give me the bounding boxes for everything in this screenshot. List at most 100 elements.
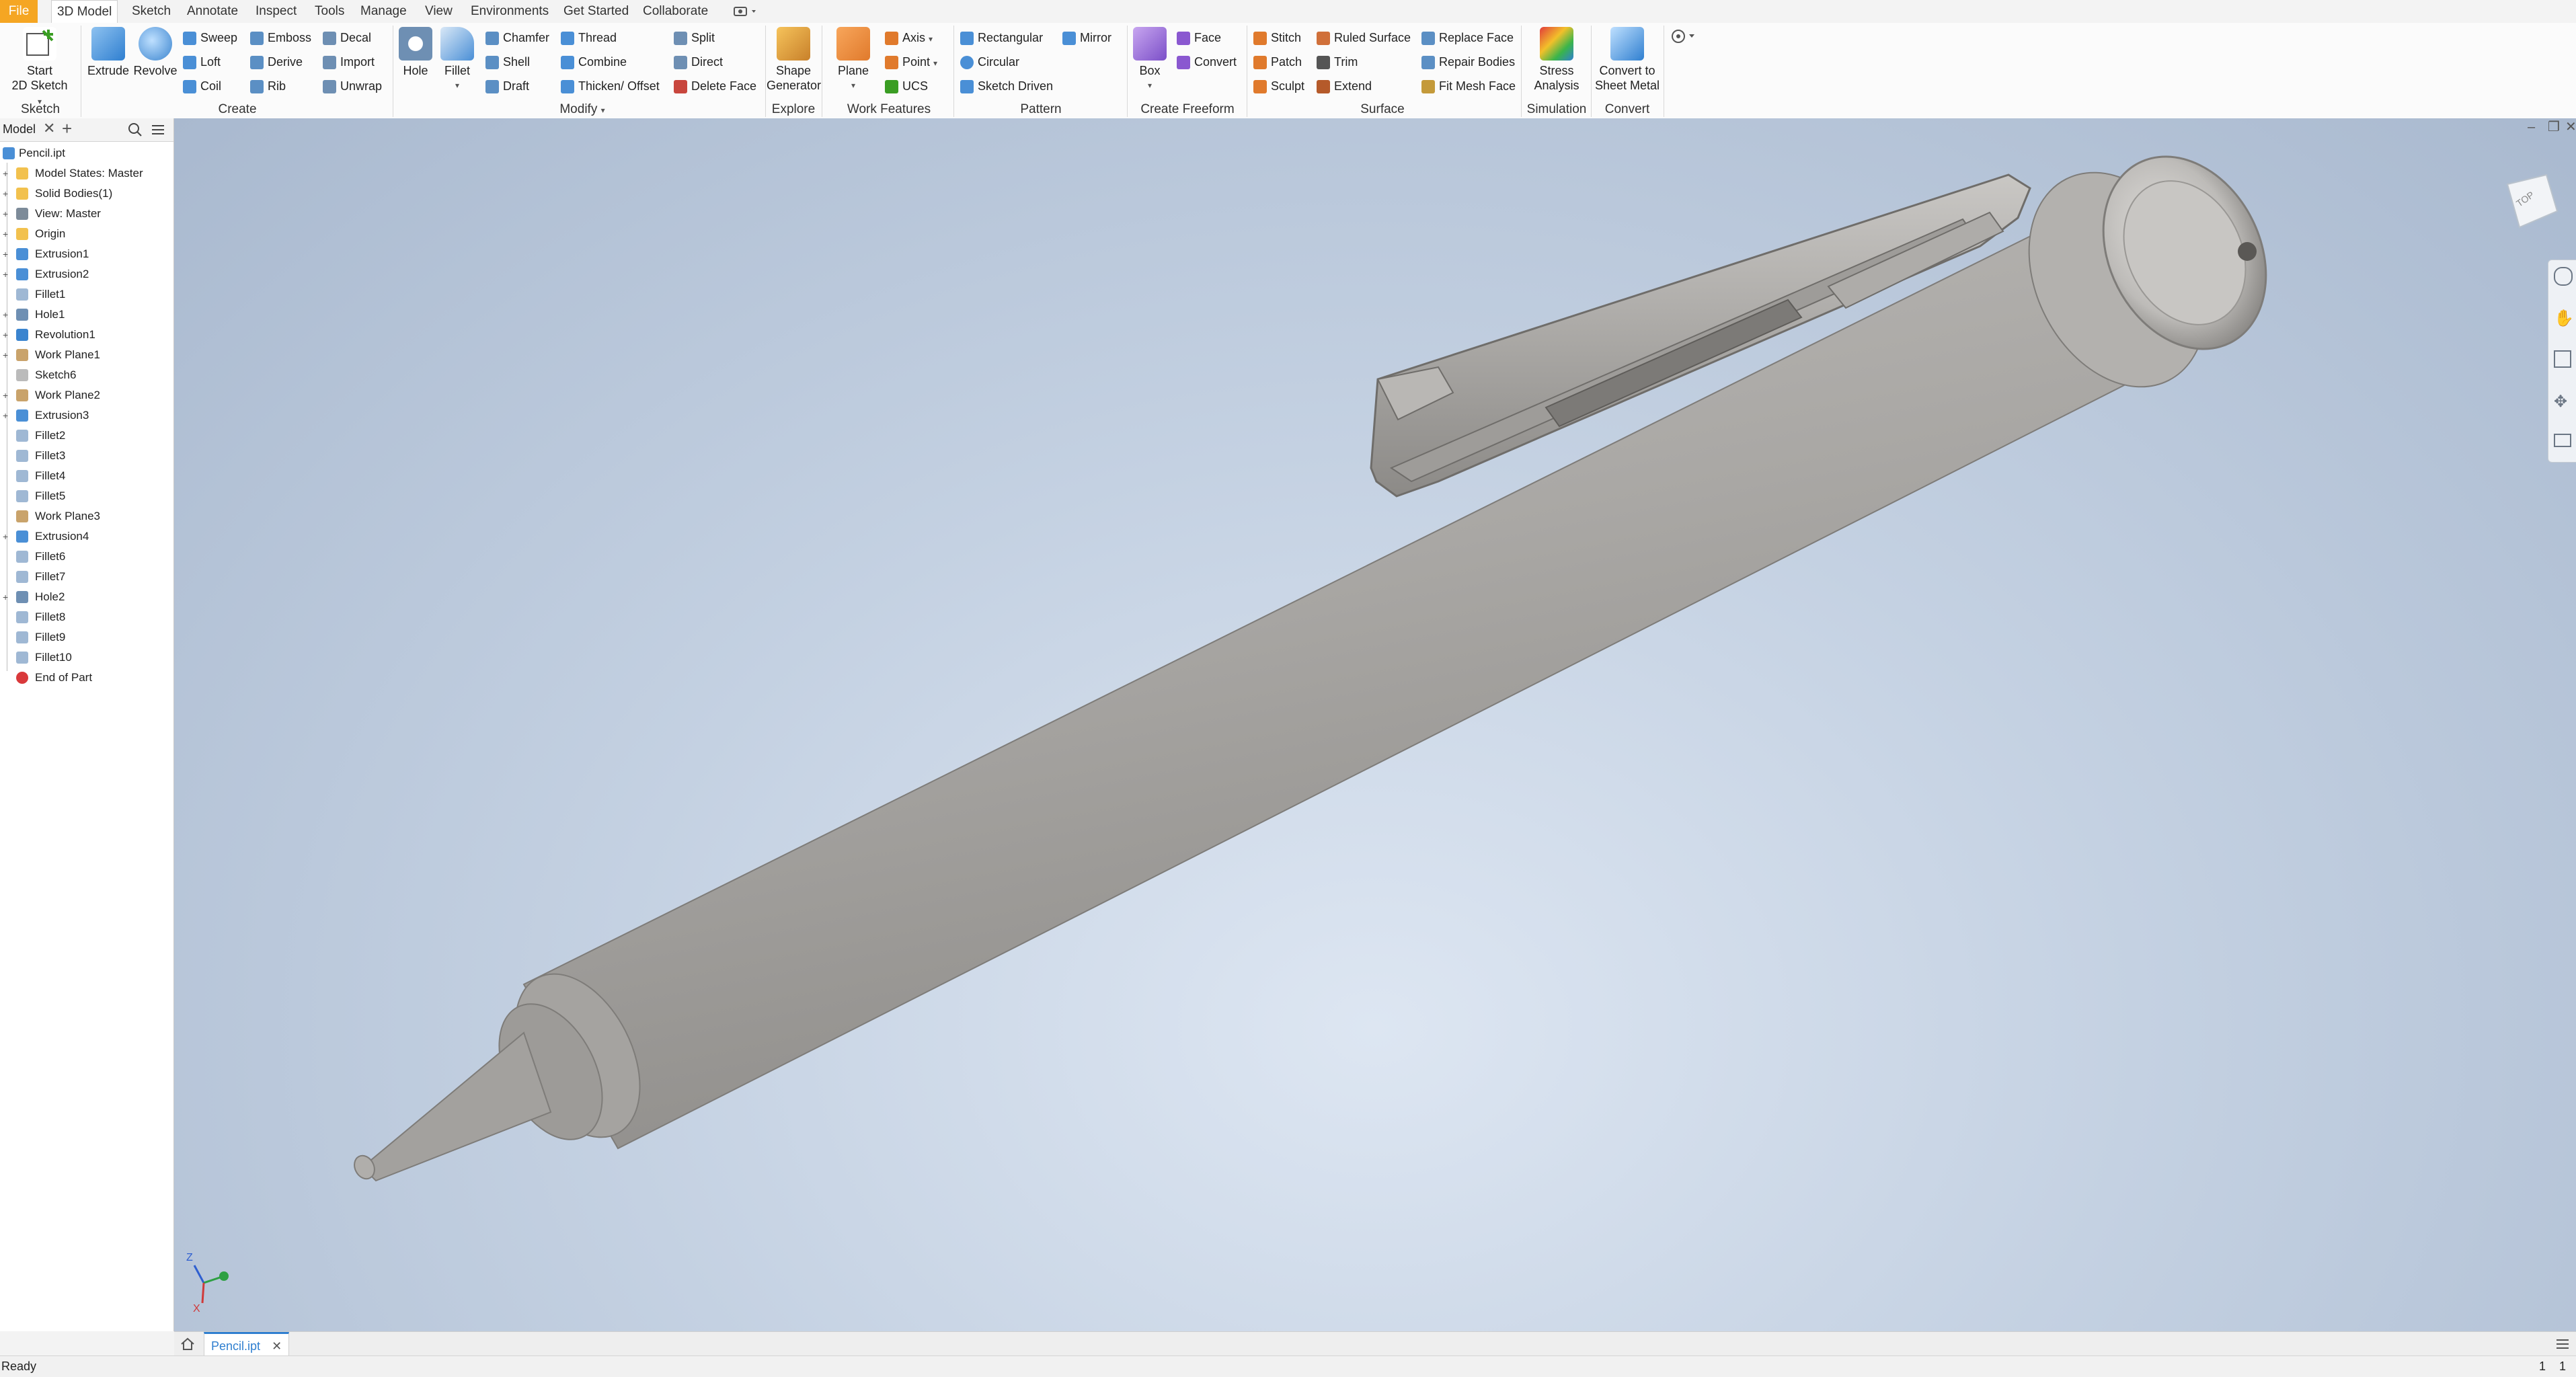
expand-icon[interactable]: + [3,229,11,239]
coil-button[interactable]: Coil [183,77,221,95]
menu-icon[interactable] [2554,1336,2571,1355]
ucs-button[interactable]: UCS [885,77,928,95]
chamfer-label: Chamfer [503,31,550,44]
viewcube[interactable]: TOP [2494,171,2559,235]
group-label-pattern: Pattern [1020,102,1062,116]
expand-icon[interactable]: + [3,209,11,219]
shape-generator-button[interactable]: Shape Generator [767,27,821,93]
close-icon[interactable]: ✕ [43,120,55,137]
sketch-driven-pattern-button[interactable]: Sketch Driven [960,77,1053,95]
draft-button[interactable]: Draft [485,77,529,95]
combine-button[interactable]: Combine [561,52,627,71]
expand-icon[interactable]: + [3,189,11,198]
unwrap-button[interactable]: Unwrap [323,77,382,95]
patch-button[interactable]: Patch [1253,52,1302,71]
close-icon[interactable]: ✕ [272,1339,282,1353]
menu-icon[interactable] [151,122,165,141]
home-icon[interactable] [180,1336,196,1355]
expand-icon[interactable]: + [3,350,11,360]
chamfer-button[interactable]: Chamfer [485,28,549,47]
import-button[interactable]: Import [323,52,375,71]
graphics-viewport[interactable]: TOP ✋ ✥ – ❐ ✕ Z X [174,118,2576,1331]
model-tab[interactable]: Model [3,122,36,136]
customize-ribbon-icon[interactable] [1670,28,1700,44]
stress-analysis-button[interactable]: Stress Analysis [1525,27,1588,93]
shell-button[interactable]: Shell [485,52,530,71]
direct-button[interactable]: Direct [674,52,723,71]
expand-icon[interactable]: + [3,391,11,400]
doc-tab-pencil[interactable]: Pencil.ipt ✕ [204,1332,290,1358]
face-button[interactable]: Face [1177,28,1221,47]
delete-face-button[interactable]: Delete Face [674,77,756,95]
group-label-create: Create [218,102,257,116]
tab-manage[interactable]: Manage [355,0,412,23]
expand-icon[interactable]: + [3,249,11,259]
thicken-offset-button[interactable]: Thicken/ Offset [561,77,660,95]
mirror-button[interactable]: Mirror [1062,28,1111,47]
ruled-surface-button[interactable]: Ruled Surface [1317,28,1411,47]
tab-collaborate[interactable]: Collaborate [637,0,713,23]
pan-icon[interactable]: ✋ [2554,309,2574,328]
orbit-icon[interactable]: ✥ [2554,392,2567,411]
tab-view[interactable]: View [420,0,458,23]
derive-button[interactable]: Derive [250,52,303,71]
draft-icon [485,80,499,94]
video-icon[interactable] [733,6,760,17]
zoom-icon[interactable] [2554,350,2571,368]
convert-to-sheet-metal-button[interactable]: Convert to Sheet Metal [1594,27,1661,93]
steering-wheel-icon[interactable] [2554,267,2573,286]
group-label-modify[interactable]: Modify ▾ [394,102,771,117]
replace-face-button[interactable]: Replace Face [1421,28,1514,47]
split-button[interactable]: Split [674,28,715,47]
fit-mesh-face-button[interactable]: Fit Mesh Face [1421,77,1516,95]
expand-icon[interactable]: + [3,330,11,340]
circular-pattern-button[interactable]: Circular [960,52,1019,71]
tab-annotate[interactable]: Annotate [182,0,243,23]
expand-icon[interactable]: + [3,411,11,420]
fillet-button[interactable]: Fillet ▾ [436,27,479,93]
repair-bodies-button[interactable]: Repair Bodies [1421,52,1515,71]
emboss-button[interactable]: Emboss [250,28,311,47]
stitch-button[interactable]: Stitch [1253,28,1301,47]
look-at-icon[interactable] [2554,434,2571,447]
rib-button[interactable]: Rib [250,77,286,95]
minimize-icon[interactable]: – [2528,120,2535,135]
plane-button[interactable]: Plane ▾ [831,27,875,93]
tab-environments[interactable]: Environments [465,0,554,23]
expand-icon[interactable]: + [3,169,11,178]
extend-button[interactable]: Extend [1317,77,1372,95]
split-label: Split [691,31,715,44]
sweep-button[interactable]: Sweep [183,28,237,47]
extrude-button[interactable]: Extrude [85,27,132,78]
tab-get-started[interactable]: Get Started [558,0,634,23]
axis-button[interactable]: Axis ▾ [885,28,933,47]
start-2d-sketch-button[interactable]: Start 2D Sketch ▾ [9,27,70,109]
add-tab-icon[interactable]: + [62,118,72,139]
close-icon[interactable]: ✕ [2565,118,2576,135]
pencil-model[interactable] [174,118,2576,1331]
tab-tools[interactable]: Tools [309,0,350,23]
sculpt-button[interactable]: Sculpt [1253,77,1304,95]
expand-icon[interactable]: + [3,592,11,602]
box-button[interactable]: Box ▾ [1131,27,1169,93]
divider [1591,26,1592,117]
group-label-convert: Convert [1604,102,1650,116]
rectangular-pattern-button[interactable]: Rectangular [960,28,1043,47]
expand-icon[interactable]: + [3,270,11,279]
trim-button[interactable]: Trim [1317,52,1358,71]
thread-button[interactable]: Thread [561,28,617,47]
loft-button[interactable]: Loft [183,52,221,71]
hole-button[interactable]: Hole [397,27,434,78]
restore-icon[interactable]: ❐ [2548,118,2560,135]
convert-freeform-button[interactable]: Convert [1177,52,1237,71]
revolve-button[interactable]: Revolve [132,27,179,78]
expand-icon[interactable]: + [3,310,11,319]
point-button[interactable]: Point ▾ [885,52,937,71]
tab-sketch[interactable]: Sketch [126,0,176,23]
tab-file[interactable]: File [0,0,38,23]
search-icon[interactable] [128,122,143,141]
tab-inspect[interactable]: Inspect [250,0,302,23]
decal-button[interactable]: Decal [323,28,371,47]
tab-3d-model[interactable]: 3D Model [51,0,118,24]
expand-icon[interactable]: + [3,532,11,541]
